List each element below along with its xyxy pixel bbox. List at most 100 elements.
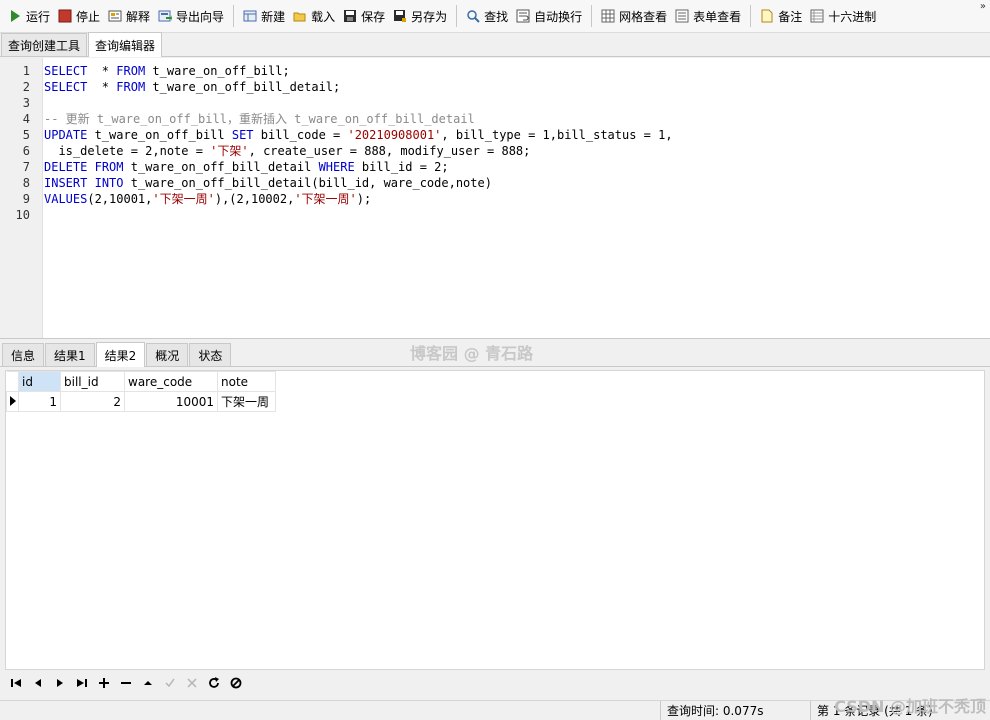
editor-tabs: 查询创建工具 查询编辑器 <box>0 32 990 57</box>
export-wizard-label: 导出向导 <box>176 9 225 24</box>
export-wizard-button[interactable]: 导出向导 <box>154 4 228 28</box>
memo-button[interactable]: 备注 <box>756 4 806 28</box>
table-row[interactable]: 1 2 10001 下架一周 <box>6 391 276 412</box>
toolbar-divider <box>456 5 458 27</box>
refresh-icon[interactable] <box>203 673 225 693</box>
sql-text: ),(2,10002, <box>214 192 295 206</box>
last-record-icon[interactable] <box>71 673 93 693</box>
status-bar: 查询时间: 0.077s 第 1 条记录 (共 1 条) CSDN @加班不秃顶 <box>0 697 990 720</box>
cell-note[interactable]: 下架一周 <box>217 391 276 412</box>
sql-text: * <box>87 64 117 78</box>
form-view-button[interactable]: 表单查看 <box>671 4 745 28</box>
result-tabs: 信息 结果1 结果2 概况 状态 <box>0 342 990 367</box>
delete-record-icon[interactable] <box>115 673 137 693</box>
sql-text: t_ware_on_off_bill_detail(bill_id, ware_… <box>123 176 492 190</box>
header-row: id bill_id ware_code note <box>6 371 276 392</box>
cell-ware-code[interactable]: 10001 <box>124 391 218 412</box>
find-button[interactable]: 查找 <box>462 4 512 28</box>
sql-keyword: SELECT <box>44 64 88 78</box>
stop-icon[interactable] <box>225 673 247 693</box>
cancel-icon[interactable] <box>181 673 203 693</box>
record-navigation-bar <box>5 672 985 694</box>
tab-status[interactable]: 状态 <box>189 343 232 366</box>
sql-keyword: SET <box>231 128 254 142</box>
sql-string: '下架一周' <box>152 192 215 206</box>
save-button[interactable]: 保存 <box>339 4 389 28</box>
cell-bill-id[interactable]: 2 <box>60 391 125 412</box>
apply-icon[interactable] <box>159 673 181 693</box>
sql-keyword: VALUES <box>44 192 88 206</box>
line-number: 6 <box>22 144 30 158</box>
hex-button[interactable]: 十六进制 <box>806 4 880 28</box>
memo-icon <box>760 9 774 23</box>
column-header-id[interactable]: id <box>18 371 61 392</box>
stop-icon <box>58 9 72 23</box>
next-record-icon[interactable] <box>49 673 71 693</box>
overlay-watermark: CSDN @加班不秃顶 <box>834 697 986 716</box>
prev-record-icon[interactable] <box>27 673 49 693</box>
first-record-icon[interactable] <box>5 673 27 693</box>
tab-query-editor[interactable]: 查询编辑器 <box>88 32 163 57</box>
sql-text: t_ware_on_off_bill_detail; <box>145 80 341 94</box>
result-grid[interactable]: id bill_id ware_code note 1 2 10001 下架一周 <box>5 370 985 670</box>
tab-profile[interactable]: 概况 <box>146 343 189 366</box>
code-line: SELECT * FROM t_ware_on_off_bill; <box>44 63 673 79</box>
sql-text: is_delete = 2,note = <box>44 144 211 158</box>
sql-keyword: WHERE <box>318 160 355 174</box>
up-icon[interactable] <box>137 673 159 693</box>
form-view-label: 表单查看 <box>693 9 742 24</box>
grid-view-label: 网格查看 <box>619 9 668 24</box>
grid-view-button[interactable]: 网格查看 <box>597 4 671 28</box>
code-line: is_delete = 2,note = '下架', create_user =… <box>44 143 673 159</box>
new-query-icon <box>243 9 257 23</box>
sql-text: (2,10001, <box>87 192 153 206</box>
sql-editor[interactable]: 1 2 3 4 5 6 7 8 9 10 SELECT * FROM t_ware_on_off_… <box>0 58 990 363</box>
toolbar-divider <box>750 5 752 27</box>
column-header-note[interactable]: note <box>217 371 276 392</box>
sql-text: , create_user = 888, modify_user = 888; <box>248 144 531 158</box>
explain-label: 解释 <box>126 9 151 24</box>
sql-keyword: FROM <box>116 80 146 94</box>
sql-text: , bill_type = 1,bill_status = 1, <box>441 128 673 142</box>
new-button[interactable]: 新建 <box>239 4 289 28</box>
sql-keyword: INTO <box>94 176 124 190</box>
line-number: 3 <box>22 96 30 110</box>
word-wrap-button[interactable]: 自动换行 <box>512 4 586 28</box>
tab-message[interactable]: 信息 <box>2 343 45 366</box>
sql-comment: -- 更新 t_ware_on_off_bill，重新插入 t_ware_on_… <box>44 112 475 126</box>
run-button[interactable]: 运行 <box>4 4 54 28</box>
stop-button[interactable]: 停止 <box>54 4 104 28</box>
load-button[interactable]: 载入 <box>289 4 339 28</box>
toolbar-divider <box>591 5 593 27</box>
column-header-ware-code[interactable]: ware_code <box>124 371 218 392</box>
cell-id[interactable]: 1 <box>18 391 61 412</box>
tab-result-1[interactable]: 结果1 <box>45 343 95 366</box>
word-wrap-label: 自动换行 <box>534 9 583 24</box>
grid-icon <box>601 9 615 23</box>
line-number: 2 <box>22 80 30 94</box>
explain-button[interactable]: 解释 <box>104 4 154 28</box>
tab-query-builder[interactable]: 查询创建工具 <box>1 33 88 56</box>
line-number-gutter: 1 2 3 4 5 6 7 8 9 10 <box>0 58 43 338</box>
column-header-bill-id[interactable]: bill_id <box>60 371 125 392</box>
save-as-label: 另存为 <box>411 9 448 24</box>
toolbar-overflow-icon[interactable]: » <box>980 2 986 12</box>
query-time-text: 查询时间: 0.077s <box>660 701 807 720</box>
save-icon <box>343 9 357 23</box>
line-number: 4 <box>22 112 30 126</box>
sql-code[interactable]: SELECT * FROM t_ware_on_off_bill; SELECT … <box>44 63 673 223</box>
run-label: 运行 <box>26 9 51 24</box>
sql-text: t_ware_on_off_bill <box>87 128 232 142</box>
search-icon <box>466 9 480 23</box>
tab-result-2[interactable]: 结果2 <box>95 342 146 367</box>
current-row-arrow-icon <box>10 395 16 406</box>
save-label: 保存 <box>361 9 386 24</box>
add-record-icon[interactable] <box>93 673 115 693</box>
code-line: DELETE FROM t_ware_on_off_bill_detail WH… <box>44 159 673 175</box>
memo-label: 备注 <box>778 9 803 24</box>
stop-label: 停止 <box>76 9 101 24</box>
save-as-button[interactable]: 另存为 <box>389 4 451 28</box>
sql-text: ); <box>356 192 372 206</box>
export-icon <box>158 9 173 23</box>
